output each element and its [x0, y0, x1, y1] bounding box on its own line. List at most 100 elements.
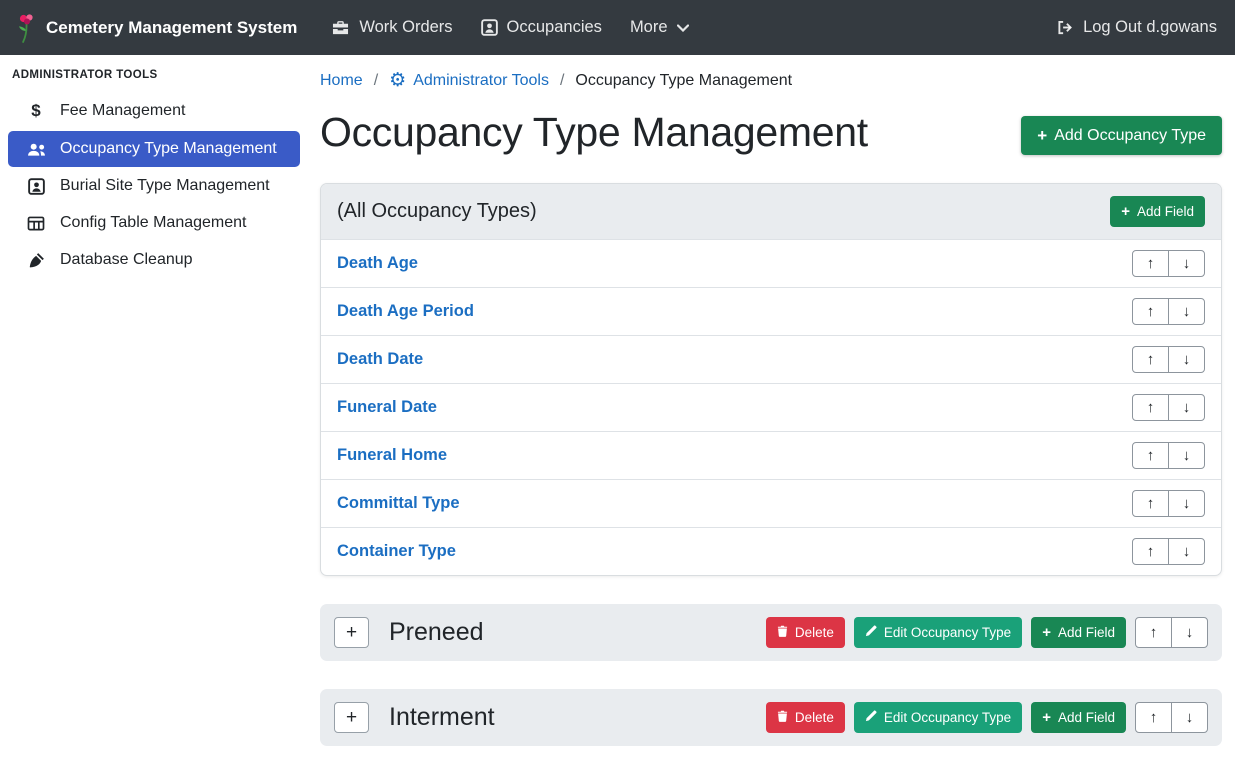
move-down-button[interactable]: ↓	[1168, 538, 1205, 565]
down-arrow-icon: ↓	[1183, 544, 1191, 559]
add-field-button[interactable]: + Add Field	[1031, 617, 1126, 648]
breadcrumb-current: Occupancy Type Management	[575, 72, 792, 90]
work-orders-icon	[331, 20, 350, 36]
field-link[interactable]: Committal Type	[337, 494, 460, 513]
add-occupancy-type-button[interactable]: + Add Occupancy Type	[1021, 116, 1222, 155]
app-brand[interactable]: Cemetery Management System	[16, 13, 297, 43]
add-field-label: Add Field	[1137, 205, 1194, 219]
main-content: Home / ⚙ Administrator Tools / Occupancy…	[308, 55, 1235, 774]
up-arrow-icon: ↑	[1147, 448, 1155, 463]
plus-icon: +	[1042, 710, 1051, 725]
pencil-icon	[865, 625, 877, 640]
up-arrow-icon: ↑	[1147, 256, 1155, 271]
sidebar-item-occupancy-type-management[interactable]: Occupancy Type Management	[8, 131, 300, 167]
delete-label: Delete	[795, 626, 834, 640]
up-arrow-icon: ↑	[1147, 544, 1155, 559]
edit-label: Edit Occupancy Type	[884, 626, 1011, 640]
sidebar-item-label: Config Table Management	[60, 214, 247, 232]
card-title: (All Occupancy Types)	[337, 200, 537, 223]
field-link[interactable]: Funeral Date	[337, 398, 437, 417]
move-up-button[interactable]: ↑	[1132, 250, 1169, 277]
broom-icon	[24, 252, 48, 269]
sidebar: Administrator Tools $ Fee Management Occ…	[0, 55, 308, 279]
move-down-button[interactable]: ↓	[1168, 490, 1205, 517]
edit-occupancy-type-button[interactable]: Edit Occupancy Type	[854, 702, 1022, 733]
move-up-button[interactable]: ↑	[1132, 442, 1169, 469]
plus-icon: +	[1042, 625, 1051, 640]
move-down-button[interactable]: ↓	[1168, 298, 1205, 325]
section-actions: Delete Edit Occupancy Type + Add Field ↑	[766, 617, 1208, 648]
up-arrow-icon: ↑	[1147, 400, 1155, 415]
edit-occupancy-type-button[interactable]: Edit Occupancy Type	[854, 617, 1022, 648]
sidebar-item-burial-site-type-management[interactable]: Burial Site Type Management	[8, 168, 300, 204]
page-title: Occupancy Type Management	[320, 108, 868, 157]
breadcrumb-home-link[interactable]: Home	[320, 72, 363, 90]
field-row: Funeral Date ↑ ↓	[321, 383, 1221, 431]
add-field-button[interactable]: + Add Field	[1110, 196, 1205, 227]
add-field-button[interactable]: + Add Field	[1031, 702, 1126, 733]
field-link[interactable]: Container Type	[337, 542, 456, 561]
move-up-button[interactable]: ↑	[1135, 702, 1172, 733]
nav-more[interactable]: More	[616, 10, 703, 45]
trash-icon	[777, 710, 788, 725]
field-link[interactable]: Funeral Home	[337, 446, 447, 465]
expand-button[interactable]: +	[334, 617, 369, 648]
add-field-label: Add Field	[1058, 626, 1115, 640]
table-icon	[24, 216, 48, 231]
move-down-button[interactable]: ↓	[1168, 250, 1205, 277]
sidebar-heading: Administrator Tools	[0, 69, 308, 91]
field-row: Death Date ↑ ↓	[321, 335, 1221, 383]
section-title: Preneed	[389, 618, 484, 647]
add-field-label: Add Field	[1058, 711, 1115, 725]
up-arrow-icon: ↑	[1147, 352, 1155, 367]
logout-icon	[1056, 20, 1074, 35]
move-up-button[interactable]: ↑	[1132, 346, 1169, 373]
sections-container: + Preneed Delete Edit Occupanc	[320, 604, 1222, 746]
move-up-button[interactable]: ↑	[1132, 298, 1169, 325]
nav-work-orders[interactable]: Work Orders	[317, 10, 466, 45]
sidebar-item-label: Burial Site Type Management	[60, 177, 270, 195]
field-row: Death Age ↑ ↓	[321, 240, 1221, 287]
title-row: Occupancy Type Management + Add Occupanc…	[320, 108, 1222, 157]
field-reorder-group: ↑ ↓	[1132, 346, 1205, 373]
move-up-button[interactable]: ↑	[1132, 490, 1169, 517]
field-reorder-group: ↑ ↓	[1132, 298, 1205, 325]
move-down-button[interactable]: ↓	[1168, 394, 1205, 421]
breadcrumb-separator: /	[560, 72, 564, 90]
breadcrumb-admin-tools-link[interactable]: ⚙ Administrator Tools	[389, 71, 549, 90]
move-down-button[interactable]: ↓	[1171, 702, 1208, 733]
logout-button[interactable]: Log Out d.gowans	[1042, 10, 1219, 45]
move-up-button[interactable]: ↑	[1132, 538, 1169, 565]
plus-icon: +	[1121, 204, 1130, 219]
dollar-icon: $	[24, 101, 48, 121]
down-arrow-icon: ↓	[1186, 710, 1194, 725]
breadcrumb-separator: /	[374, 72, 378, 90]
expand-button[interactable]: +	[334, 702, 369, 733]
field-row: Committal Type ↑ ↓	[321, 479, 1221, 527]
sidebar-item-fee-management[interactable]: $ Fee Management	[8, 92, 300, 130]
move-down-button[interactable]: ↓	[1168, 442, 1205, 469]
move-down-button[interactable]: ↓	[1171, 617, 1208, 648]
nav-work-orders-label: Work Orders	[359, 18, 452, 37]
move-down-button[interactable]: ↓	[1168, 346, 1205, 373]
field-reorder-group: ↑ ↓	[1132, 538, 1205, 565]
down-arrow-icon: ↓	[1183, 304, 1191, 319]
down-arrow-icon: ↓	[1183, 400, 1191, 415]
field-link[interactable]: Death Date	[337, 350, 423, 369]
sidebar-item-database-cleanup[interactable]: Database Cleanup	[8, 242, 300, 278]
field-link[interactable]: Death Age Period	[337, 302, 474, 321]
fields-list: Death Age ↑ ↓ Death Age Period ↑ ↓ Death…	[321, 240, 1221, 575]
users-icon	[24, 142, 48, 157]
burial-site-icon	[24, 178, 48, 195]
field-link[interactable]: Death Age	[337, 254, 418, 273]
nav-occupancies[interactable]: Occupancies	[467, 10, 616, 45]
pencil-icon	[865, 710, 877, 725]
delete-button[interactable]: Delete	[766, 617, 845, 648]
move-up-button[interactable]: ↑	[1132, 394, 1169, 421]
edit-label: Edit Occupancy Type	[884, 711, 1011, 725]
delete-button[interactable]: Delete	[766, 702, 845, 733]
move-up-button[interactable]: ↑	[1135, 617, 1172, 648]
sidebar-item-label: Database Cleanup	[60, 251, 193, 269]
sidebar-item-config-table-management[interactable]: Config Table Management	[8, 205, 300, 241]
breadcrumb-admin-tools-label: Administrator Tools	[413, 72, 549, 90]
